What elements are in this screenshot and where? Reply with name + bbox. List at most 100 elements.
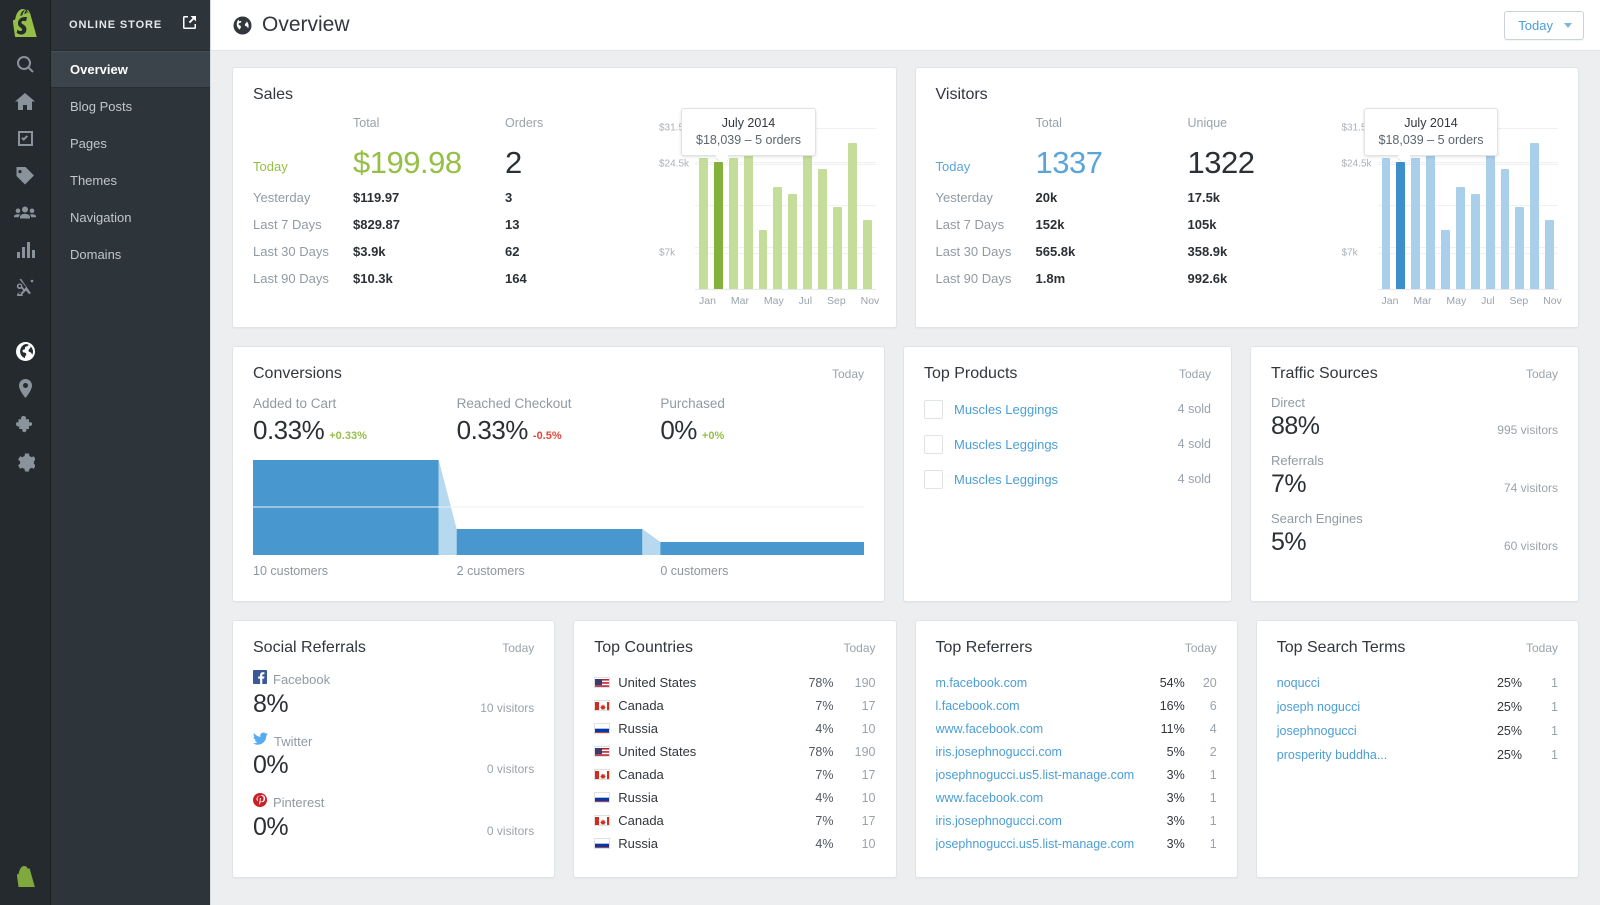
apps-puzzle-icon[interactable] xyxy=(0,407,51,444)
x-axis-tick: . xyxy=(885,295,888,307)
search-icon[interactable] xyxy=(0,46,51,83)
referrer-url[interactable]: www.facebook.com xyxy=(936,791,1143,805)
social-pinterest: Pinterest 0%0 visitors xyxy=(253,793,534,842)
bar[interactable] xyxy=(803,148,812,289)
visitors-bar-chart[interactable]: $31.5k$24.5k$7kJuly 2014$18,039 – 5 orde… xyxy=(1378,120,1559,290)
referrer-url[interactable]: www.facebook.com xyxy=(936,722,1143,736)
sidebar-item-overview[interactable]: Overview xyxy=(51,51,210,88)
reports-bar-icon[interactable] xyxy=(0,231,51,268)
table-row[interactable]: josephnogucci.us5.list-manage.com3%1 xyxy=(936,832,1217,855)
table-row[interactable]: prosperity buddha...25%1 xyxy=(1277,743,1558,767)
product-name[interactable]: Muscles Leggings xyxy=(954,402,1178,417)
bar[interactable] xyxy=(759,230,768,289)
bar[interactable] xyxy=(833,207,842,289)
sidebar-item-label: Navigation xyxy=(70,210,131,225)
bar[interactable] xyxy=(1471,194,1480,289)
referrer-url[interactable]: iris.josephnogucci.com xyxy=(936,745,1143,759)
shopify-badge[interactable] xyxy=(0,866,51,887)
bar[interactable] xyxy=(1441,230,1450,289)
bar[interactable] xyxy=(1382,158,1391,289)
table-row[interactable]: United States78%190 xyxy=(594,740,875,763)
referrer-pct: 11% xyxy=(1143,722,1185,736)
home-icon[interactable] xyxy=(0,83,51,120)
x-axis-tick: Nov xyxy=(1543,295,1562,307)
bar[interactable] xyxy=(818,169,827,289)
bar[interactable] xyxy=(788,194,797,289)
referrer-url[interactable]: l.facebook.com xyxy=(936,699,1143,713)
sidebar-item-pages[interactable]: Pages xyxy=(51,125,210,162)
table-row[interactable]: Canada7%17 xyxy=(594,763,875,786)
bar[interactable] xyxy=(714,162,723,289)
table-row[interactable]: l.facebook.com16%6 xyxy=(936,694,1217,717)
referrer-url[interactable]: josephnogucci.us5.list-manage.com xyxy=(936,837,1143,851)
period-label: Today xyxy=(1179,367,1211,381)
table-row[interactable]: iris.josephnogucci.com3%1 xyxy=(936,809,1217,832)
search-term[interactable]: josephnogucci xyxy=(1277,724,1474,738)
table-row[interactable]: Canada7%17 xyxy=(594,694,875,717)
bar[interactable] xyxy=(1515,207,1524,289)
product-name[interactable]: Muscles Leggings xyxy=(954,472,1178,487)
bar[interactable] xyxy=(1545,220,1554,289)
table-row[interactable]: Russia4%10 xyxy=(594,832,875,855)
table-row[interactable]: noqucci25%1 xyxy=(1277,671,1558,695)
table-row[interactable]: United States78%190 xyxy=(594,671,875,694)
table-row[interactable]: Russia4%10 xyxy=(594,786,875,809)
referrer-url[interactable]: iris.josephnogucci.com xyxy=(936,814,1143,828)
bar[interactable] xyxy=(1411,158,1420,289)
list-item[interactable]: Muscles Leggings 4 sold xyxy=(924,432,1211,456)
period-label: Today xyxy=(1526,367,1558,381)
sidebar-item-themes[interactable]: Themes xyxy=(51,162,210,199)
bar[interactable] xyxy=(1396,162,1405,289)
bar[interactable] xyxy=(1486,148,1495,289)
search-term[interactable]: prosperity buddha... xyxy=(1277,748,1474,762)
x-axis-tick: . xyxy=(722,295,725,307)
product-name[interactable]: Muscles Leggings xyxy=(954,437,1178,452)
list-item[interactable]: Muscles Leggings 4 sold xyxy=(924,467,1211,491)
col-unique-header: Unique xyxy=(1188,116,1288,130)
table-row[interactable]: www.facebook.com3%1 xyxy=(936,786,1217,809)
country-count: 17 xyxy=(834,699,876,713)
bar[interactable] xyxy=(699,158,708,289)
sidebar-item-domains[interactable]: Domains xyxy=(51,236,210,273)
bar[interactable] xyxy=(729,158,738,289)
row-label: Last 7 Days xyxy=(253,217,353,232)
discounts-scissors-icon[interactable] xyxy=(0,268,51,305)
source-pct: 88% xyxy=(1271,412,1320,441)
referrer-pct: 16% xyxy=(1143,699,1185,713)
list-item[interactable]: Muscles Leggings 4 sold xyxy=(924,397,1211,421)
referrer-url[interactable]: m.facebook.com xyxy=(936,676,1143,690)
date-range-button[interactable]: Today xyxy=(1504,11,1584,40)
tooltip-arrow xyxy=(1398,155,1410,161)
bar[interactable] xyxy=(1501,169,1510,289)
external-link-icon[interactable] xyxy=(183,16,196,34)
bar[interactable] xyxy=(1530,143,1539,289)
table-row[interactable]: iris.josephnogucci.com5%2 xyxy=(936,740,1217,763)
search-term[interactable]: joseph nogucci xyxy=(1277,700,1474,714)
settings-gear-icon[interactable] xyxy=(0,444,51,481)
search-term[interactable]: noqucci xyxy=(1277,676,1474,690)
table-row[interactable]: josephnogucci25%1 xyxy=(1277,719,1558,743)
table-row[interactable]: Russia4%10 xyxy=(594,717,875,740)
referrer-pct: 3% xyxy=(1143,814,1185,828)
table-row[interactable]: joseph nogucci25%1 xyxy=(1277,695,1558,719)
bar[interactable] xyxy=(773,187,782,289)
bar[interactable] xyxy=(863,220,872,289)
funnel-label: 2 customers xyxy=(457,564,661,578)
table-row[interactable]: m.facebook.com54%20 xyxy=(936,671,1217,694)
bar[interactable] xyxy=(1456,187,1465,289)
referrer-url[interactable]: josephnogucci.us5.list-manage.com xyxy=(936,768,1143,782)
orders-icon[interactable] xyxy=(0,120,51,157)
sales-body: Total Orders Today $199.98 2 Yesterday $… xyxy=(253,116,876,307)
table-row[interactable]: Canada7%17 xyxy=(594,809,875,832)
sidebar-item-blog-posts[interactable]: Blog Posts xyxy=(51,88,210,125)
sales-bar-chart[interactable]: $31.5k$24.5k$7kJuly 2014$18,039 – 5 orde… xyxy=(695,120,876,290)
sidebar-item-navigation[interactable]: Navigation xyxy=(51,199,210,236)
location-pin-icon[interactable] xyxy=(0,370,51,407)
table-row[interactable]: www.facebook.com11%4 xyxy=(936,717,1217,740)
products-tag-icon[interactable] xyxy=(0,157,51,194)
bar[interactable] xyxy=(848,143,857,289)
online-store-globe-icon[interactable] xyxy=(0,333,51,370)
table-row[interactable]: josephnogucci.us5.list-manage.com3%1 xyxy=(936,763,1217,786)
customers-icon[interactable] xyxy=(0,194,51,231)
country-count: 190 xyxy=(834,676,876,690)
